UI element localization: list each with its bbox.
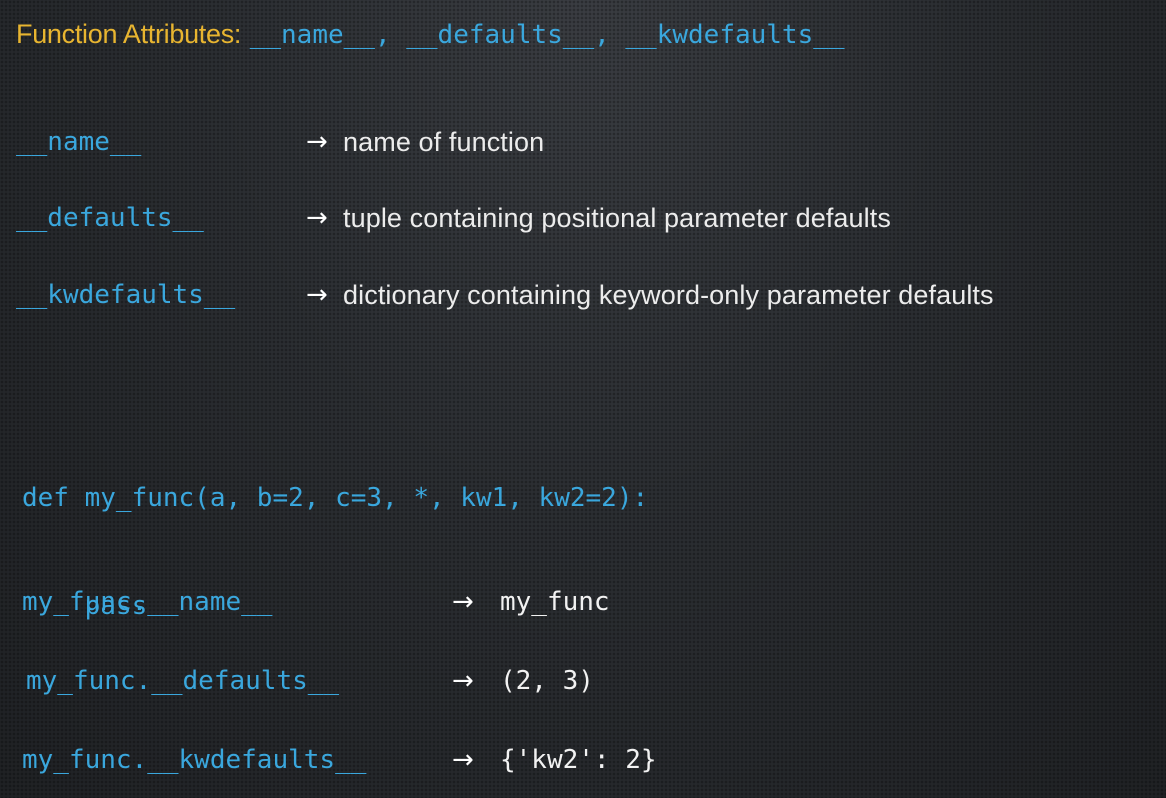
right-arrow-icon: → bbox=[306, 280, 328, 310]
attribute-row-defaults: __defaults__ → tuple containing position… bbox=[16, 198, 1156, 238]
attribute-name: __defaults__ bbox=[16, 203, 204, 233]
attribute-description: tuple containing positional parameter de… bbox=[343, 203, 891, 233]
title-code: __name__, __defaults__, __kwdefaults__ bbox=[249, 20, 845, 50]
result-expression: my_func.__kwdefaults__ bbox=[22, 745, 367, 775]
attribute-row-kwdefaults: __kwdefaults__ → dictionary containing k… bbox=[16, 275, 1156, 315]
right-arrow-icon: → bbox=[452, 666, 474, 696]
right-arrow-icon: → bbox=[306, 127, 328, 157]
code-line-def: def my_func(a, b=2, c=3, *, kw1, kw2=2): bbox=[22, 483, 649, 513]
result-expression: my_func.__name__ bbox=[22, 587, 273, 617]
result-value: {'kw2': 2} bbox=[500, 745, 657, 775]
title-prefix: Function Attributes: bbox=[16, 19, 242, 49]
right-arrow-icon: → bbox=[452, 587, 474, 617]
result-value: (2, 3) bbox=[500, 666, 594, 696]
slide-title: Function Attributes: __name__, __default… bbox=[16, 14, 845, 55]
attribute-name: __kwdefaults__ bbox=[16, 280, 236, 310]
code-block: def my_func(a, b=2, c=3, *, kw1, kw2=2):… bbox=[22, 408, 648, 696]
result-value: my_func bbox=[500, 587, 610, 617]
result-row-name: my_func.__name__ → my_func bbox=[22, 582, 1122, 622]
attribute-name: __name__ bbox=[16, 127, 142, 157]
result-row-kwdefaults: my_func.__kwdefaults__ → {'kw2': 2} bbox=[22, 740, 1122, 780]
attribute-row-name: __name__ → name of function bbox=[16, 122, 1156, 162]
result-expression: my_func.__defaults__ bbox=[26, 666, 340, 696]
slide: Function Attributes: __name__, __default… bbox=[0, 0, 1166, 798]
result-row-defaults: my_func.__defaults__ → (2, 3) bbox=[22, 661, 1122, 701]
right-arrow-icon: → bbox=[452, 745, 474, 775]
attribute-description: name of function bbox=[343, 127, 545, 157]
attribute-description: dictionary containing keyword-only param… bbox=[343, 280, 994, 310]
right-arrow-icon: → bbox=[306, 203, 328, 233]
